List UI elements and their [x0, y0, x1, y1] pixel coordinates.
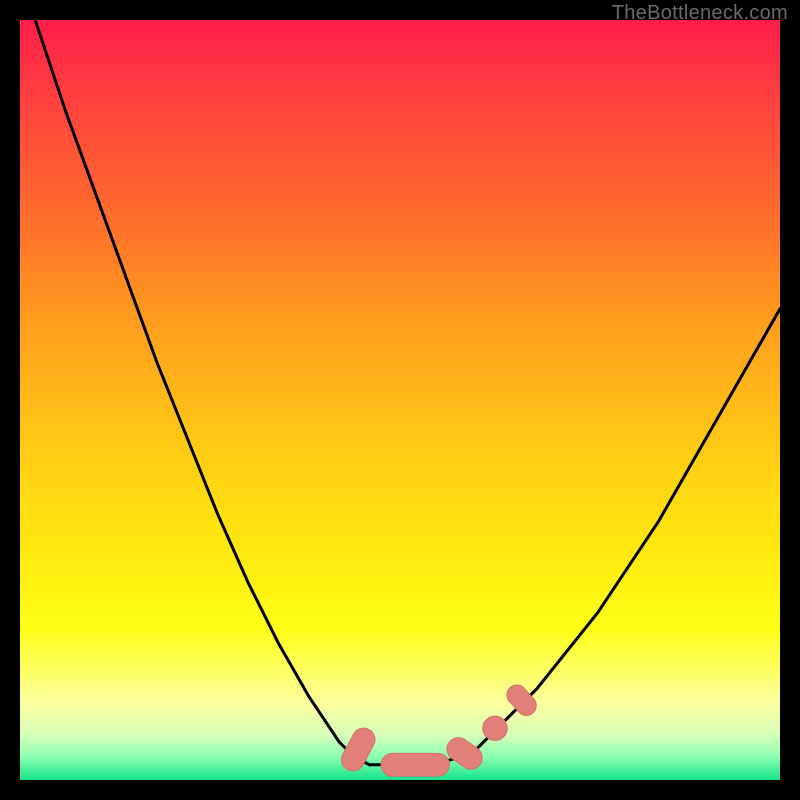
marker-capsule-4 — [503, 681, 541, 720]
curve-overlay — [20, 20, 780, 780]
curve-right-branch — [476, 309, 780, 750]
plot-area — [20, 20, 780, 780]
curve-left-branch — [35, 20, 369, 765]
watermark-text: TheBottleneck.com — [612, 2, 788, 25]
marker-dot-3 — [483, 716, 507, 740]
chart-frame: TheBottleneck.com — [0, 0, 800, 800]
marker-capsule-1 — [381, 753, 449, 776]
marker-capsule-0 — [337, 724, 379, 775]
